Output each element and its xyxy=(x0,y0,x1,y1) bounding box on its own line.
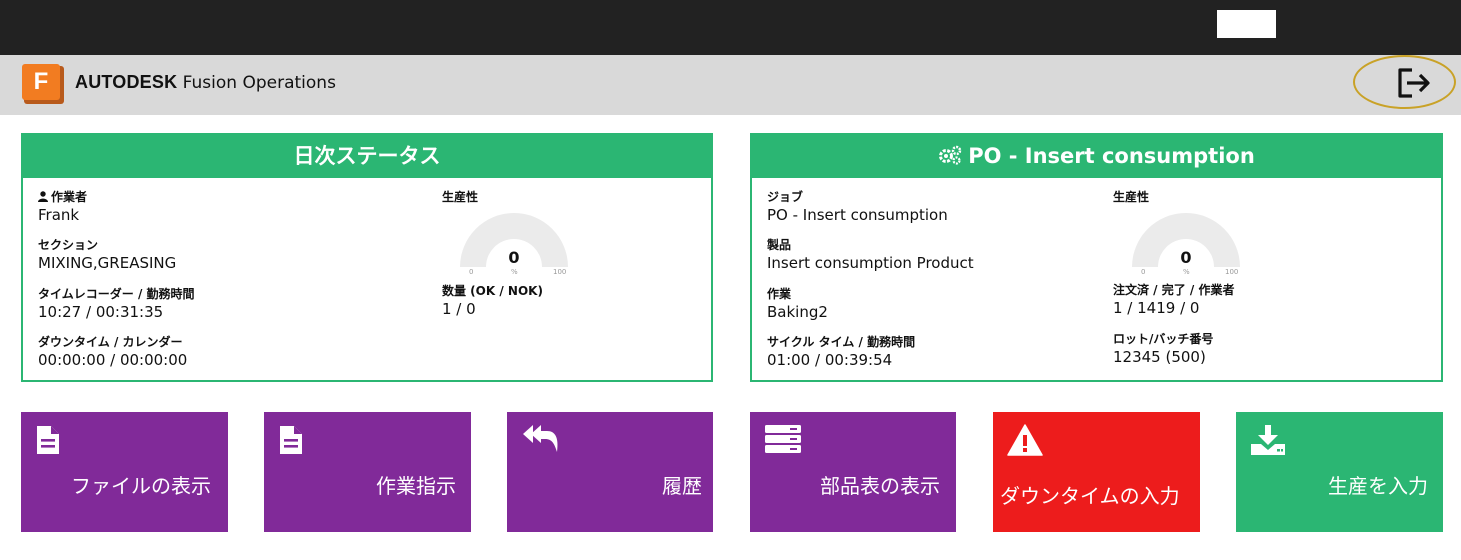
section-value: MIXING,GREASING xyxy=(38,254,177,272)
productivity-gauge: 0 0 % 100 xyxy=(456,209,572,281)
quantity-value: 1 / 0 xyxy=(442,300,476,318)
work-instructions-label: 作業指示 xyxy=(376,474,456,498)
daily-status-card: 日次ステータス 作業者 Frank セクション MIXING,GREASING … xyxy=(21,133,713,382)
lot-value: 12345 (500) xyxy=(1113,348,1206,366)
file-icon xyxy=(37,426,59,454)
enter-production-label: 生産を入力 xyxy=(1328,474,1428,498)
lot-field: ロット/バッチ番号 12345 (500) xyxy=(1113,332,1214,366)
enter-downtime-button[interactable]: ダウンタイムの入力 xyxy=(993,412,1200,532)
gears-icon xyxy=(939,145,962,165)
downtime-value: 00:00:00 / 00:00:00 xyxy=(38,351,188,369)
logout-icon[interactable] xyxy=(1395,65,1435,101)
fusion-logo-icon: F xyxy=(22,64,64,104)
operator-value: Frank xyxy=(38,206,80,224)
cycle-time-value: 01:00 / 00:39:54 xyxy=(767,351,893,369)
view-files-label: ファイルの表示 xyxy=(71,474,211,498)
productivity-label: 生産性 xyxy=(442,190,479,204)
section-field: セクション MIXING,GREASING xyxy=(38,238,177,272)
view-bom-button[interactable]: 部品表の表示 xyxy=(750,412,956,532)
reply-all-icon xyxy=(523,425,558,452)
po-gauge-value: 0 xyxy=(1180,248,1192,267)
po-card: PO - Insert consumption ジョブ PO - Insert … xyxy=(750,133,1443,382)
operation-value: Baking2 xyxy=(767,303,828,321)
brand-name: AUTODESK xyxy=(75,72,178,92)
job-field: ジョブ PO - Insert consumption xyxy=(767,190,948,224)
product-field: 製品 Insert consumption Product xyxy=(767,238,974,272)
po-title: PO - Insert consumption xyxy=(752,135,1441,178)
history-label: 履歴 xyxy=(662,474,702,498)
warning-icon xyxy=(1007,424,1043,456)
history-button[interactable]: 履歴 xyxy=(507,412,713,532)
app-title: AUTODESK Fusion Operations xyxy=(75,70,336,95)
enter-production-button[interactable]: 生産を入力 xyxy=(1236,412,1443,532)
ordered-value: 1 / 1419 / 0 xyxy=(1113,299,1200,317)
operator-field: 作業者 Frank xyxy=(38,190,88,224)
operation-field: 作業 Baking2 xyxy=(767,287,828,321)
top-bar-blank-box xyxy=(1217,10,1276,38)
enter-downtime-label: ダウンタイムの入力 xyxy=(1000,484,1180,508)
ordered-field: 注文済 / 完了 / 作業者 1 / 1419 / 0 xyxy=(1113,283,1235,317)
product-name: Fusion Operations xyxy=(177,73,336,93)
view-files-button[interactable]: ファイルの表示 xyxy=(21,412,228,532)
job-value: PO - Insert consumption xyxy=(767,206,948,224)
work-instructions-button[interactable]: 作業指示 xyxy=(264,412,471,532)
time-recorder-field: タイムレコーダー / 勤務時間 10:27 / 00:31:35 xyxy=(38,287,195,321)
product-value: Insert consumption Product xyxy=(767,254,974,272)
daily-status-title: 日次ステータス xyxy=(23,135,711,178)
gauge-value: 0 xyxy=(508,248,520,267)
downtime-field: ダウンタイム / カレンダー 00:00:00 / 00:00:00 xyxy=(38,335,188,369)
file-icon xyxy=(280,426,302,454)
user-icon xyxy=(38,191,48,202)
cycle-time-field: サイクル タイム / 勤務時間 01:00 / 00:39:54 xyxy=(767,335,916,369)
view-bom-label: 部品表の表示 xyxy=(820,474,940,498)
po-productivity-label: 生産性 xyxy=(1113,190,1150,204)
po-productivity-gauge: 0 0 % 100 xyxy=(1128,209,1244,281)
time-recorder-value: 10:27 / 00:31:35 xyxy=(38,303,164,321)
quantity-field: 数量 (OK / NOK) 1 / 0 xyxy=(442,284,543,318)
server-list-icon xyxy=(765,425,801,453)
download-icon xyxy=(1251,425,1285,455)
top-bar xyxy=(0,0,1461,55)
